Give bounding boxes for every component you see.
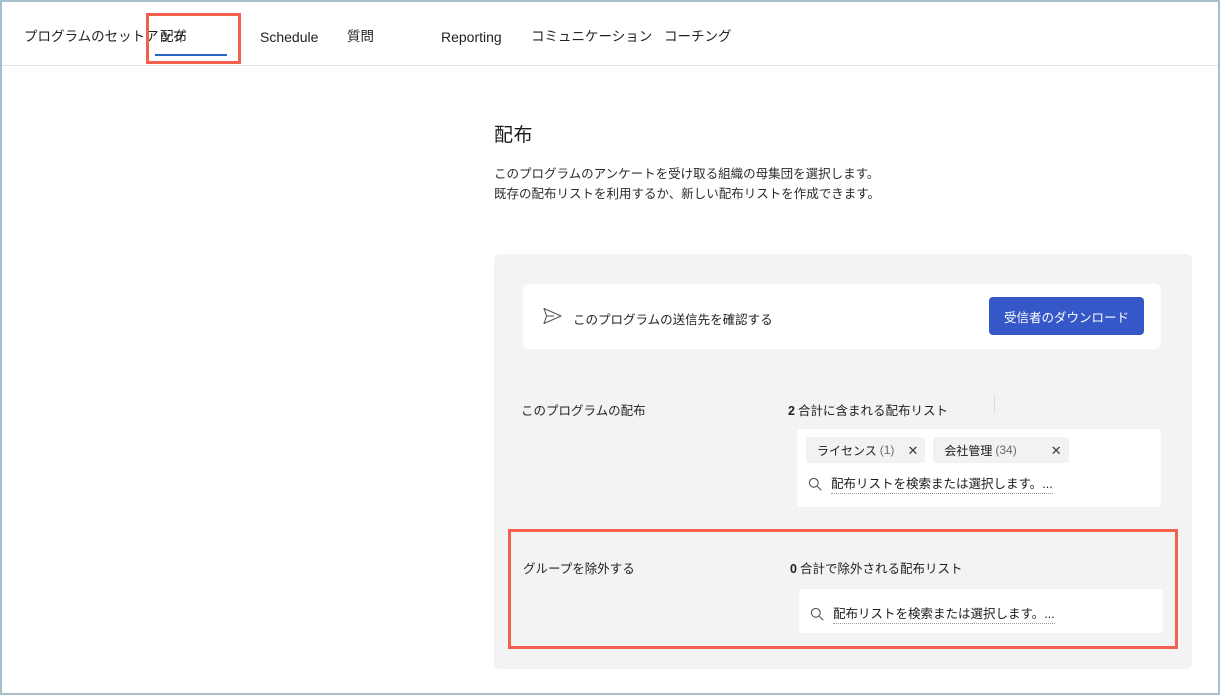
- include-row-count: 2 合計に含まれる配布リスト: [788, 400, 948, 419]
- confirm-recipients-text: このプログラムの送信先を確認する: [573, 313, 773, 327]
- exclude-row-count: 0 合計で除外される配布リスト: [790, 558, 962, 577]
- page-description-line-1: このプログラムのアンケートを受け取る組織の母集団を選択します。: [494, 167, 880, 181]
- distribution-panel: このプログラムの送信先を確認する 受信者のダウンロード このプログラムの配布 2…: [494, 254, 1192, 669]
- search-icon: [810, 607, 824, 621]
- exclude-count-number: 0: [790, 562, 797, 576]
- include-search-row[interactable]: 配布リストを検索または選択します。...: [808, 473, 1053, 494]
- tab-coaching[interactable]: コーチング: [664, 28, 732, 46]
- chip-company-admin-count: (34): [995, 443, 1017, 457]
- include-distribution-select[interactable]: ライセンス (1) ✕ 会社管理 (34) ✕ 配布リストを検索または選択します…: [797, 429, 1161, 507]
- application-window: プログラムのセットアップ 配布 Schedule 質問 Reporting コミ…: [0, 0, 1220, 695]
- confirm-recipients-card: このプログラムの送信先を確認する 受信者のダウンロード: [523, 284, 1161, 349]
- tab-reporting[interactable]: Reporting: [441, 28, 502, 46]
- include-count-number: 2: [788, 404, 795, 418]
- tab-schedule[interactable]: Schedule: [260, 28, 318, 46]
- page-title: 配布: [494, 125, 534, 146]
- main-content: 配布 このプログラムのアンケートを受け取る組織の母集団を選択します。 既存の配布…: [2, 66, 1218, 693]
- page-description-line-2: 既存の配布リストを利用するか、新しい配布リストを作成できます。: [494, 187, 881, 201]
- count-divider: [994, 394, 995, 414]
- include-count-text: 合計に含まれる配布リスト: [797, 404, 948, 418]
- exclude-groups-section: グループを除外する 0 合計で除外される配布リスト 配布リストを検索または選択しま…: [508, 529, 1178, 649]
- chip-license-count: (1): [879, 443, 895, 457]
- exclude-count-text: 合計で除外される配布リスト: [799, 562, 963, 576]
- chip-license-label: ライセンス: [817, 443, 877, 458]
- chip-company-admin-remove-icon[interactable]: ✕: [1051, 444, 1062, 457]
- chip-company-admin[interactable]: 会社管理 (34) ✕: [933, 437, 1069, 463]
- send-icon: [543, 307, 562, 325]
- tab-communication[interactable]: コミュニケーション: [531, 28, 652, 46]
- exclude-search-input[interactable]: 配布リストを検索または選択します。...: [833, 603, 1055, 624]
- chip-company-admin-label: 会社管理: [944, 443, 993, 458]
- exclude-search-row[interactable]: 配布リストを検索または選択します。...: [810, 603, 1055, 624]
- program-tab-bar: プログラムのセットアップ 配布 Schedule 質問 Reporting コミ…: [2, 2, 1218, 66]
- tab-distribution[interactable]: 配布: [160, 28, 187, 46]
- search-icon: [808, 477, 822, 491]
- chip-license[interactable]: ライセンス (1) ✕: [806, 437, 926, 463]
- chip-license-remove-icon[interactable]: ✕: [907, 444, 918, 457]
- page-description: このプログラムのアンケートを受け取る組織の母集団を選択します。 既存の配布リスト…: [494, 164, 880, 204]
- include-search-input[interactable]: 配布リストを検索または選択します。...: [831, 473, 1053, 494]
- download-recipients-button[interactable]: 受信者のダウンロード: [989, 297, 1144, 335]
- include-chip-list: ライセンス (1) ✕ 会社管理 (34) ✕: [806, 437, 1069, 463]
- exclude-row-label: グループを除外する: [523, 562, 635, 576]
- tab-questions[interactable]: 質問: [347, 28, 374, 46]
- include-row-label: このプログラムの配布: [521, 404, 646, 418]
- active-tab-indicator: [155, 54, 227, 56]
- exclude-distribution-select[interactable]: 配布リストを検索または選択します。...: [799, 589, 1163, 633]
